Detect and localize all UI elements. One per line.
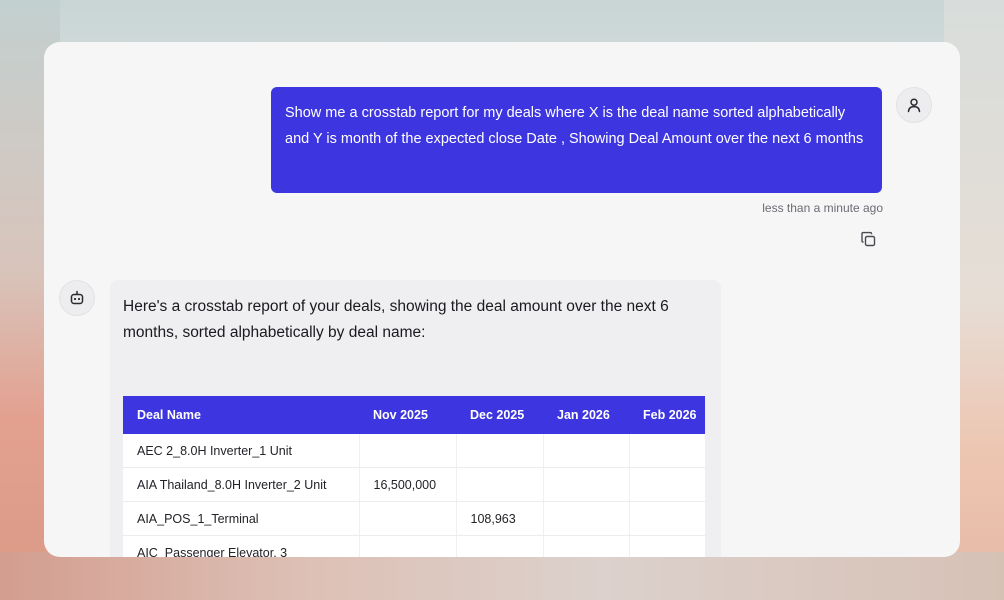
table-cell [456,434,544,468]
column-header-dec-2025: Dec 2025 [456,396,543,434]
column-header-deal-name: Deal Name [123,396,359,434]
table-cell [543,434,630,468]
crosstab-table-container: Deal Name Nov 2025 Dec 2025 Jan 2026 Feb… [123,396,705,557]
table-cell [456,535,544,557]
robot-icon [70,290,84,305]
crosstab-table: Deal Name Nov 2025 Dec 2025 Jan 2026 Feb… [123,396,705,557]
table-cell [543,501,630,536]
table-cell: 16,500,000 [359,467,457,502]
assistant-avatar [59,280,95,316]
table-cell [629,501,705,536]
table-cell [629,467,705,502]
column-header-nov-2025: Nov 2025 [359,396,456,434]
table-cell [456,467,544,502]
table-cell [629,434,705,468]
table-cell [359,501,457,536]
table-cell [359,434,457,468]
user-message-bubble: Show me a crosstab report for my deals w… [271,87,882,193]
chat-window: Show me a crosstab report for my deals w… [44,42,960,557]
table-cell: AIC_Passenger Elevator, 3 [123,535,360,557]
user-icon [907,98,921,113]
user-avatar [896,87,932,123]
column-header-jan-2026: Jan 2026 [543,396,629,434]
background-bottom [0,552,1004,600]
message-timestamp: less than a minute ago [762,201,883,215]
table-row: AIA Thailand_8.0H Inverter_2 Unit 16,500… [123,467,705,502]
copy-icon [860,231,875,246]
column-header-feb-2026: Feb 2026 [629,396,705,434]
table-header-row: Deal Name Nov 2025 Dec 2025 Jan 2026 Feb… [123,396,705,434]
user-message-text: Show me a crosstab report for my deals w… [285,105,864,147]
assistant-message-bubble: Here's a crosstab report of your deals, … [110,280,721,557]
table-cell [543,535,630,557]
table-cell: AIA_POS_1_Terminal [123,501,360,536]
copy-button[interactable] [857,228,879,250]
table-row: AIC_Passenger Elevator, 3 [123,535,705,557]
assistant-message-text: Here's a crosstab report of your deals, … [123,298,669,341]
table-cell [359,535,457,557]
table-row: AEC 2_8.0H Inverter_1 Unit [123,434,705,468]
table-cell [543,467,630,502]
table-cell: AEC 2_8.0H Inverter_1 Unit [123,434,360,468]
table-cell [629,535,705,557]
table-cell: AIA Thailand_8.0H Inverter_2 Unit [123,467,360,502]
table-row: AIA_POS_1_Terminal 108,963 [123,501,705,536]
table-cell: 108,963 [456,501,544,536]
